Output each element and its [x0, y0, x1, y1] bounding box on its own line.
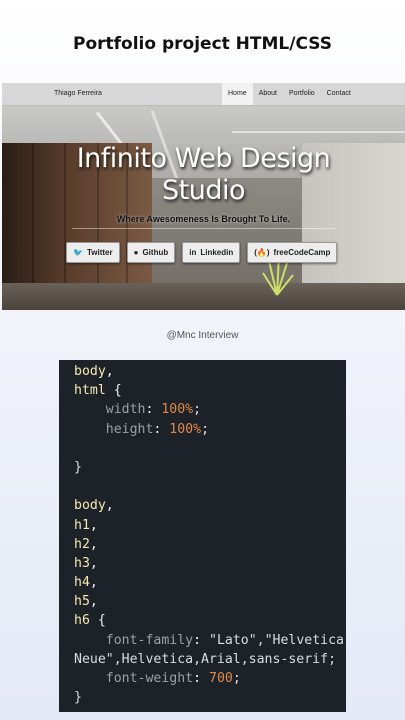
code-line: } [74, 690, 82, 706]
code-line: h3, [74, 555, 98, 571]
code-line: html { [74, 383, 122, 399]
code-line: h1, [74, 517, 98, 533]
code-block: body, html { width: 100%; height: 100%;} b… [59, 360, 346, 712]
code-line: body, [74, 364, 114, 379]
code-line: h5, [74, 594, 98, 610]
hero-title: Infinito Web Design Studio [2, 143, 405, 207]
code-line: font-family: "Lato","Helvetica [105, 632, 344, 648]
twitter-label: Twitter [86, 248, 113, 257]
twitter-icon: 🐦 [73, 247, 83, 257]
freecodecamp-icon: (🔥) [254, 247, 270, 257]
nav-about[interactable]: About [253, 83, 283, 105]
nav-home[interactable]: Home [222, 83, 253, 105]
hero-title-line2: Studio [162, 175, 246, 206]
nav-links: Home About Portfolio Contact [222, 83, 357, 105]
code-line: h2, [74, 536, 98, 552]
github-label: Github [142, 248, 169, 257]
linkedin-button[interactable]: in Linkedin [182, 242, 241, 263]
twitter-button[interactable]: 🐦 Twitter [66, 242, 120, 263]
code-text: body, html { width: 100%; height: 100%;} b… [59, 360, 346, 707]
freecodecamp-label: freeCodeCamp [273, 248, 331, 257]
freecodecamp-button[interactable]: (🔥) freeCodeCamp [247, 242, 338, 263]
github-icon: ● [133, 247, 139, 257]
hero-title-line1: Infinito Web Design [76, 143, 331, 174]
social-buttons: 🐦 Twitter ● Github in Linkedin (🔥) freeC… [66, 242, 338, 263]
code-line: } [74, 459, 82, 475]
code-line: height: 100%; [105, 421, 210, 437]
code-line: h6 { [74, 613, 106, 629]
code-line: body, [74, 498, 114, 514]
code-line: width: 100%; [105, 402, 202, 418]
nav-contact[interactable]: Contact [321, 83, 357, 105]
github-button[interactable]: ● Github [126, 242, 176, 263]
brand-name[interactable]: Thiago Ferreira [54, 90, 102, 97]
linkedin-label: Linkedin [200, 248, 234, 257]
code-line: h4, [74, 575, 98, 591]
hero-divider [72, 228, 335, 229]
nav-portfolio[interactable]: Portfolio [283, 83, 321, 105]
watermark-credit: @Mnc Interview [166, 330, 239, 341]
site-navbar: Thiago Ferreira Home About Portfolio Con… [2, 83, 405, 106]
video-heading: Portfolio project HTML/CSS [73, 34, 332, 54]
hero-subtitle: Where Awesomeness Is Brought To Life. [116, 214, 291, 224]
code-line: Neue",Helvetica,Arial,sans-serif; [74, 651, 337, 667]
website-screenshot: Thiago Ferreira Home About Portfolio Con… [2, 83, 405, 310]
code-line: font-weight: 700; [105, 671, 241, 686]
linkedin-icon: in [189, 247, 197, 257]
